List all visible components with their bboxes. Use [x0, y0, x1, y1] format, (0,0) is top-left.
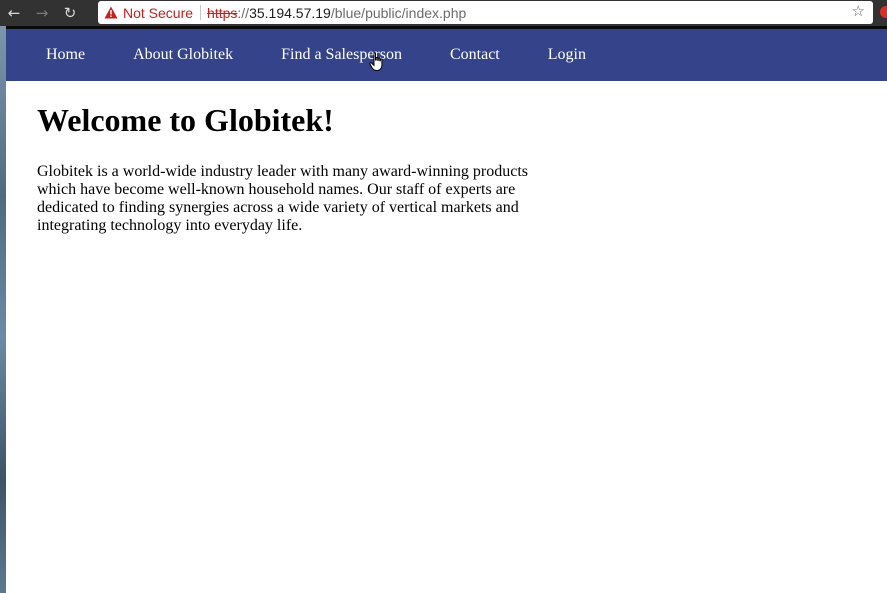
url-path: /blue/public/index.php: [330, 4, 467, 21]
nav-home-link[interactable]: Home: [46, 46, 85, 64]
hand-cursor-icon: [369, 52, 383, 71]
extension-icon[interactable]: [880, 6, 887, 18]
reload-icon: ↻: [63, 4, 77, 22]
arrow-left-icon: ←: [7, 4, 21, 22]
page-title: Welcome to Globitek!: [37, 102, 334, 138]
warning-icon: [104, 6, 118, 19]
security-status[interactable]: Not Secure: [123, 5, 193, 21]
site-navigation: Home About Globitek Find a Salesperson C…: [6, 29, 887, 81]
nav-login-link[interactable]: Login: [548, 46, 586, 64]
star-icon[interactable]: ☆: [852, 2, 865, 20]
arrow-right-icon: →: [35, 4, 49, 22]
address-bar[interactable]: Not Secure https://35.194.57.19/blue/pub…: [98, 1, 873, 24]
nav-about-link[interactable]: About Globitek: [133, 46, 233, 64]
back-button[interactable]: ←: [0, 0, 28, 26]
browser-toolbar: ← → ↻ Not Secure https://35.194.57.19/bl…: [0, 0, 887, 26]
url-scheme: https: [207, 4, 238, 21]
reload-button[interactable]: ↻: [56, 0, 84, 26]
url-host: 35.194.57.19: [249, 4, 331, 21]
intro-paragraph: Globitek is a world-wide industry leader…: [37, 163, 528, 234]
forward-button[interactable]: →: [28, 0, 56, 26]
nav-contact-link[interactable]: Contact: [450, 46, 500, 64]
page-viewport: Home About Globitek Find a Salesperson C…: [6, 26, 887, 593]
main-content: Welcome to Globitek! Globitek is a world…: [37, 101, 557, 235]
url-separator: ://: [237, 4, 250, 21]
address-divider: [200, 5, 202, 20]
